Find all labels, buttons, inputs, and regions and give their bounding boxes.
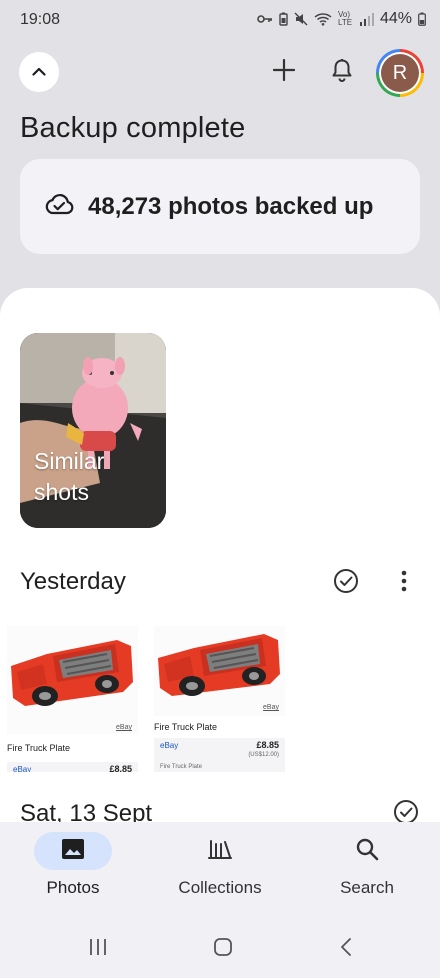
photo-thumbnail[interactable]: eBay Fire Truck Plate eBay £8.85 bbox=[7, 626, 138, 772]
section-title-yesterday: Yesterday bbox=[20, 568, 126, 595]
network-type: Vo) LTE bbox=[337, 10, 353, 27]
more-vert-icon bbox=[401, 570, 407, 597]
fire-truck-plate-image bbox=[7, 626, 138, 734]
cloud-check-icon bbox=[44, 193, 74, 220]
battery-percent: 44% bbox=[379, 10, 412, 27]
mute-icon bbox=[294, 12, 308, 26]
nav-photos[interactable]: Photos bbox=[0, 822, 146, 918]
backup-status-card[interactable]: 48,273 photos backed up bbox=[20, 159, 420, 254]
chevron-up-icon bbox=[32, 63, 46, 81]
similar-shots-label: Similar shots bbox=[34, 448, 105, 505]
status-time: 19:08 bbox=[20, 11, 61, 28]
notifications-button[interactable] bbox=[326, 56, 358, 88]
avatar-ring: R bbox=[379, 52, 421, 94]
home-button[interactable] bbox=[203, 934, 243, 964]
plus-icon bbox=[272, 58, 296, 86]
nav-collections[interactable]: Collections bbox=[147, 822, 293, 918]
source-label: eBay bbox=[13, 765, 32, 772]
nav-search[interactable]: Search bbox=[294, 822, 440, 918]
price-row: eBay £8.85 bbox=[7, 762, 138, 772]
signal-icon bbox=[359, 12, 374, 26]
footer-label: Fire Truck Plate bbox=[160, 764, 203, 770]
nav-photos-pill bbox=[34, 832, 112, 870]
backup-status-text: 48,273 photos backed up bbox=[88, 192, 374, 220]
price-row: eBay £8.85 (US$12.00) Fire Truck Plate bbox=[154, 738, 285, 772]
add-button[interactable] bbox=[268, 56, 300, 88]
photo-thumbnail[interactable]: eBay Fire Truck Plate eBay £8.85 (US$12.… bbox=[154, 626, 285, 772]
fire-truck-plate-image bbox=[154, 626, 285, 716]
photo-icon bbox=[61, 838, 85, 865]
battery-saver-icon bbox=[279, 12, 288, 26]
price-label: £8.85 bbox=[256, 740, 279, 750]
nav-search-label: Search bbox=[340, 878, 394, 897]
back-icon bbox=[339, 937, 353, 962]
back-button[interactable] bbox=[326, 934, 366, 964]
ebay-tag: eBay bbox=[116, 724, 132, 731]
source-label: eBay bbox=[160, 741, 179, 750]
product-name: Fire Truck Plate bbox=[7, 743, 71, 753]
avatar-initial: R bbox=[381, 54, 419, 92]
select-day-button[interactable] bbox=[331, 568, 361, 598]
recent-apps-button[interactable] bbox=[78, 934, 118, 964]
avatar[interactable]: R bbox=[376, 49, 424, 97]
nav-collections-label: Collections bbox=[178, 878, 262, 897]
product-name: Fire Truck Plate bbox=[154, 722, 218, 732]
battery-icon bbox=[418, 12, 426, 26]
status-bar: 19:08 Vo) LTE 44% bbox=[0, 0, 440, 40]
nav-collections-pill bbox=[181, 832, 259, 870]
nav-search-pill bbox=[328, 832, 406, 870]
collections-icon bbox=[208, 838, 232, 865]
bottom-navigation: Photos Collections Search bbox=[0, 822, 440, 918]
more-options-button[interactable] bbox=[392, 568, 416, 598]
price-label: £8.85 bbox=[109, 764, 132, 772]
page-title: Backup complete bbox=[20, 112, 246, 144]
ebay-tag: eBay bbox=[263, 704, 279, 711]
price-sub-label: (US$12.00) bbox=[248, 752, 279, 758]
status-icons: Vo) LTE 44% bbox=[257, 10, 426, 28]
similar-shots-card[interactable]: Similar shots bbox=[20, 333, 166, 528]
vpn-key-icon bbox=[257, 13, 273, 25]
home-icon bbox=[213, 937, 233, 962]
system-navigation-bar bbox=[0, 918, 440, 978]
nav-photos-label: Photos bbox=[46, 878, 100, 897]
collapse-button[interactable] bbox=[19, 52, 59, 92]
wifi-icon bbox=[314, 12, 332, 26]
search-icon bbox=[355, 837, 379, 866]
check-circle-icon bbox=[333, 568, 359, 599]
bell-icon bbox=[331, 58, 353, 87]
recent-apps-icon bbox=[88, 937, 108, 962]
photo-grid-sheet: Similar shots Yesterday eBay Fire Truck … bbox=[0, 288, 440, 848]
